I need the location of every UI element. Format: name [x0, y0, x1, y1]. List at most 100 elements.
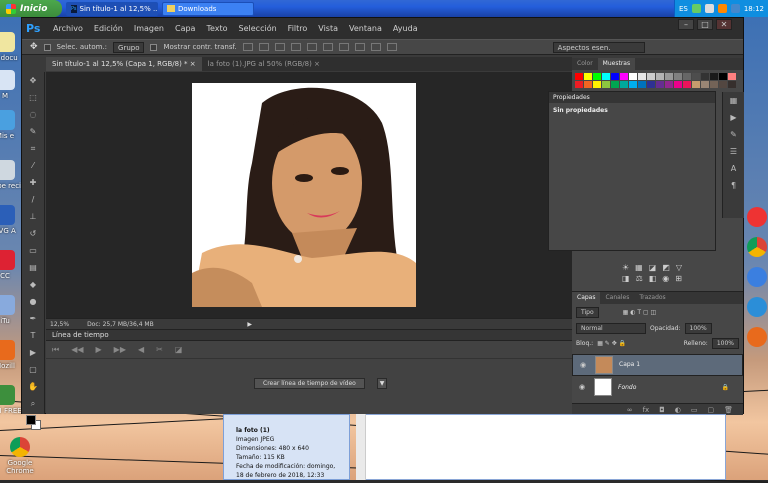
swatch[interactable]: [629, 73, 637, 80]
zoom-tool-icon[interactable]: ⌕: [26, 397, 40, 410]
swatch[interactable]: [719, 73, 727, 80]
align-left-icon[interactable]: [290, 43, 301, 51]
brush-preset-icon[interactable]: ✎: [727, 128, 741, 141]
distribute-icon[interactable]: [370, 43, 381, 51]
doc-size[interactable]: Doc: 25,7 MB/36,4 MB: [87, 321, 154, 328]
tab-capas[interactable]: Capas: [572, 292, 601, 304]
desktop-icon[interactable]: Google Chrome: [0, 437, 45, 475]
swatch[interactable]: [602, 73, 610, 80]
scrollbar[interactable]: [356, 414, 366, 480]
brightness-icon[interactable]: ☀: [622, 263, 629, 272]
swatch[interactable]: [611, 73, 619, 80]
mixer-icon[interactable]: ⊞: [675, 274, 682, 283]
swatch[interactable]: [683, 81, 691, 88]
swatch[interactable]: [575, 73, 583, 80]
menu-edicion[interactable]: Edición: [94, 24, 123, 33]
taskbar-photoshop[interactable]: Ps Sin título-1 al 12,5% ...: [66, 1, 158, 16]
swatch[interactable]: [683, 73, 691, 80]
menu-ventana[interactable]: Ventana: [349, 24, 382, 33]
actions-icon[interactable]: ▶: [727, 111, 741, 124]
tray-icon[interactable]: [691, 4, 701, 13]
menu-vista[interactable]: Vista: [318, 24, 338, 33]
swatch[interactable]: [647, 73, 655, 80]
filter-pixel-icon[interactable]: ▦ ◐ T ▢ ◫: [623, 309, 657, 316]
move-tool-icon[interactable]: ✥: [30, 42, 38, 52]
align-middle-icon[interactable]: [258, 43, 269, 51]
close-icon[interactable]: ×: [314, 60, 320, 68]
close-icon[interactable]: ×: [190, 60, 196, 68]
eyedropper-tool-icon[interactable]: ⁄: [26, 159, 40, 172]
history-brush-tool-icon[interactable]: ↺: [26, 227, 40, 240]
brush-tool-icon[interactable]: /: [26, 193, 40, 206]
tab-sin-titulo[interactable]: Sin título-1 al 12,5% (Capa 1, RGB/8) * …: [46, 57, 202, 71]
menu-ayuda[interactable]: Ayuda: [393, 24, 418, 33]
path-select-tool-icon[interactable]: ▶: [26, 346, 40, 359]
link-icon[interactable]: ∞: [627, 406, 633, 414]
align-bottom-icon[interactable]: [274, 43, 285, 51]
vibrance-icon[interactable]: ▽: [676, 263, 682, 272]
play-icon[interactable]: ▶: [96, 345, 102, 354]
fill-field[interactable]: 100%: [711, 338, 739, 349]
swatch[interactable]: [629, 81, 637, 88]
bw-icon[interactable]: ◧: [649, 274, 657, 283]
menu-imagen[interactable]: Imagen: [134, 24, 164, 33]
first-frame-icon[interactable]: ⏮: [52, 345, 59, 355]
adjustment-layer-icon[interactable]: ◐: [675, 406, 681, 414]
color-balance-icon[interactable]: ⚖: [636, 274, 643, 283]
swatch[interactable]: [692, 81, 700, 88]
autoselect-dropdown[interactable]: Grupo: [113, 41, 145, 53]
swatch[interactable]: [620, 81, 628, 88]
prev-frame-icon[interactable]: ◀◀: [71, 345, 83, 354]
opacity-field[interactable]: 100%: [684, 323, 712, 334]
tray-icon[interactable]: [704, 4, 714, 13]
clone-stamp-tool-icon[interactable]: ⊥: [26, 210, 40, 223]
swatch[interactable]: [674, 73, 682, 80]
menu-texto[interactable]: Texto: [206, 24, 227, 33]
swatch[interactable]: [584, 81, 592, 88]
bs-icon[interactable]: [746, 297, 767, 317]
align-top-icon[interactable]: [242, 43, 253, 51]
workspace-dropdown[interactable]: Aspectos esen.: [552, 41, 645, 53]
swatch[interactable]: [656, 73, 664, 80]
trash-icon[interactable]: 🗑: [724, 406, 733, 414]
transition-icon[interactable]: ◪: [175, 345, 183, 354]
swatch[interactable]: [620, 73, 628, 80]
autoselect-checkbox[interactable]: [43, 43, 51, 51]
distribute-icon[interactable]: [354, 43, 365, 51]
swatch[interactable]: [728, 81, 736, 88]
swatch[interactable]: [611, 81, 619, 88]
healing-tool-icon[interactable]: ✚: [26, 176, 40, 189]
eye-icon[interactable]: ◉: [576, 383, 588, 391]
quick-select-tool-icon[interactable]: ✎: [26, 125, 40, 138]
transform-controls-checkbox[interactable]: [150, 43, 158, 51]
blur-tool-icon[interactable]: ◆: [26, 278, 40, 291]
history-icon[interactable]: ▦: [727, 94, 741, 107]
document-image[interactable]: [192, 83, 416, 307]
pen-tool-icon[interactable]: ✒: [26, 312, 40, 325]
swatch[interactable]: [719, 81, 727, 88]
layer-row-fondo[interactable]: ◉ Fondo 🔒: [572, 376, 743, 398]
zoom-level[interactable]: 12,5%: [50, 321, 69, 328]
blend-mode-dropdown[interactable]: Normal: [576, 323, 646, 334]
menu-archivo[interactable]: Archivo: [53, 24, 83, 33]
swatch[interactable]: [656, 81, 664, 88]
tab-la-foto[interactable]: la foto (1).JPG al 50% (RGB/8) ×: [202, 57, 326, 71]
adjust-icon[interactable]: ☰: [727, 145, 741, 158]
language-indicator[interactable]: ES: [679, 5, 688, 13]
swatch[interactable]: [593, 73, 601, 80]
shape-tool-icon[interactable]: ▢: [26, 363, 40, 376]
curves-icon[interactable]: ◪: [649, 263, 657, 272]
swatch[interactable]: [728, 73, 736, 80]
swatch[interactable]: [638, 81, 646, 88]
tray-icon[interactable]: [717, 4, 727, 13]
swatch[interactable]: [665, 73, 673, 80]
menu-seleccion[interactable]: Selección: [239, 24, 277, 33]
tray-icon[interactable]: [730, 4, 740, 13]
chrome-icon[interactable]: [746, 237, 767, 257]
firefox-icon[interactable]: [746, 327, 767, 347]
cut-icon[interactable]: ✂: [156, 345, 163, 354]
mask-icon[interactable]: ◘: [659, 406, 665, 414]
group-icon[interactable]: ▭: [691, 406, 698, 414]
maximize-button[interactable]: □: [697, 19, 713, 30]
swatch[interactable]: [701, 73, 709, 80]
